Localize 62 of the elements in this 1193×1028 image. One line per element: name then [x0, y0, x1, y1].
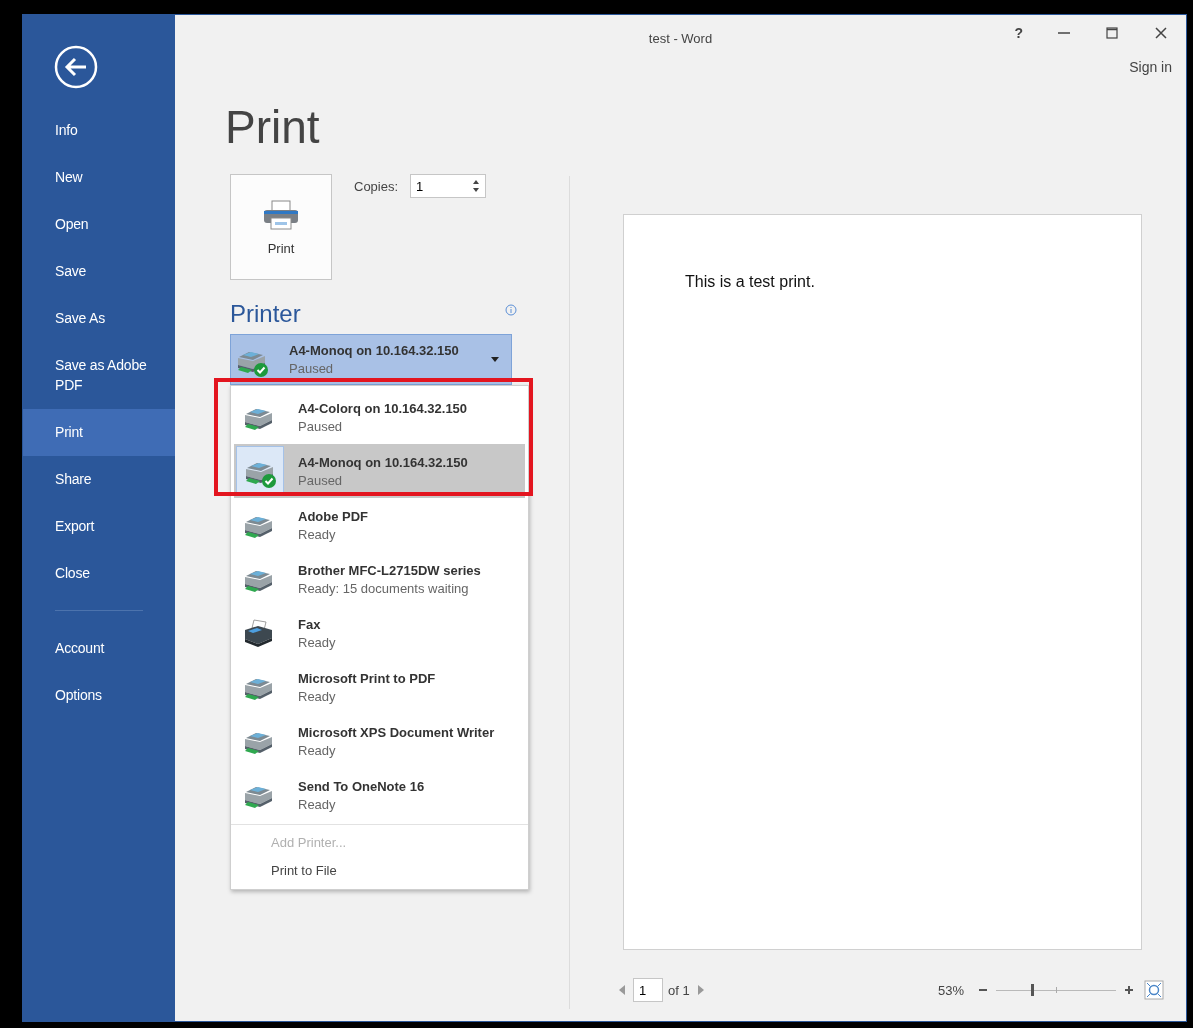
copies-label: Copies: [354, 178, 399, 194]
printer-status: Ready [298, 526, 337, 542]
printer-name: Brother MFC-L2715DW series [298, 562, 481, 578]
printer-option[interactable]: Microsoft Print to PDF Ready [234, 660, 525, 714]
maximize-icon [1105, 26, 1119, 40]
document-text: This is a test print. [685, 273, 816, 291]
menu-item[interactable]: Save As [23, 295, 175, 342]
menu-item[interactable]: New [23, 154, 175, 201]
printer-name: Fax [298, 616, 322, 632]
menu-item[interactable]: Account [23, 625, 175, 672]
zoom-percent: 53% [937, 982, 964, 998]
printer-status: Ready: 15 documents waiting [298, 580, 470, 596]
printer-status: Ready [298, 742, 337, 758]
section-heading: Printer [230, 300, 301, 328]
menu-item[interactable]: Info [23, 107, 175, 154]
printer-status: Ready [298, 796, 337, 812]
printer-name: Adobe PDF [298, 508, 369, 524]
caret-icon [491, 356, 499, 363]
menu-action[interactable]: Print to File [231, 857, 528, 885]
menu-item[interactable]: Export [23, 503, 175, 550]
printer-option[interactable]: Fax Ready [234, 606, 525, 660]
printer-status: Ready [298, 634, 336, 650]
close-icon [1154, 26, 1168, 40]
page-number-field[interactable]: 1 [633, 978, 663, 1002]
printer-option[interactable]: Send To OneNote 16 Ready [234, 768, 525, 822]
page-count: of 1 [668, 982, 690, 998]
printer-name: A4-Monoq on 10.164.32.150 [298, 454, 468, 470]
fit-page-icon [1144, 980, 1164, 1000]
menu-item[interactable]: Print [23, 409, 175, 456]
printer-status: Ready [298, 688, 337, 704]
help-button[interactable]: ? [1014, 25, 1023, 41]
printer-option[interactable]: A4-Colorq on 10.164.32.150 Paused [234, 390, 525, 444]
printer-name: Microsoft Print to PDF [298, 670, 436, 686]
printer-option[interactable]: Brother MFC-L2715DW series Ready: 15 documents waiting [234, 552, 525, 606]
page-heading: Print [225, 101, 321, 153]
printer-option[interactable]: A4-Monoq on 10.164.32.150 Paused [234, 444, 525, 498]
menu-item[interactable]: Close [23, 550, 175, 597]
printer-name: A4-Colorq on 10.164.32.150 [298, 400, 468, 416]
info-icon [505, 304, 517, 316]
printer-option[interactable]: Adobe PDF Ready [234, 498, 525, 552]
menu-item[interactable]: Share [23, 456, 175, 503]
printer-name: Send To OneNote 16 [298, 778, 425, 794]
next-page-icon [697, 985, 704, 995]
printer-option[interactable]: Microsoft XPS Document Writer Ready [234, 714, 525, 768]
menu-item[interactable]: Options [23, 672, 175, 719]
zoom-in-icon [1124, 985, 1134, 995]
sign-in-link[interactable]: Sign in [1129, 59, 1172, 75]
printer-dropdown[interactable]: A4-Monoq on 10.164.32.150 Paused [230, 334, 512, 385]
printer-status: Paused [298, 472, 344, 488]
spin-arrows-icon [472, 178, 481, 194]
minimize-icon [1058, 32, 1070, 34]
window-title: test - Word [648, 30, 713, 46]
copies-spinner[interactable]: 1 [410, 174, 487, 198]
print-button[interactable]: Print [230, 174, 332, 280]
printer-name: Microsoft XPS Document Writer [298, 724, 495, 740]
previous-page-icon [619, 985, 625, 995]
menu-item[interactable]: Save [23, 248, 175, 295]
menu-item[interactable]: Open [23, 201, 175, 248]
slider-thumb[interactable] [1031, 984, 1034, 996]
printer-status: Paused [298, 418, 344, 434]
menu-item[interactable]: Save as Adobe PDF [23, 342, 175, 409]
printer-icon [262, 198, 300, 231]
